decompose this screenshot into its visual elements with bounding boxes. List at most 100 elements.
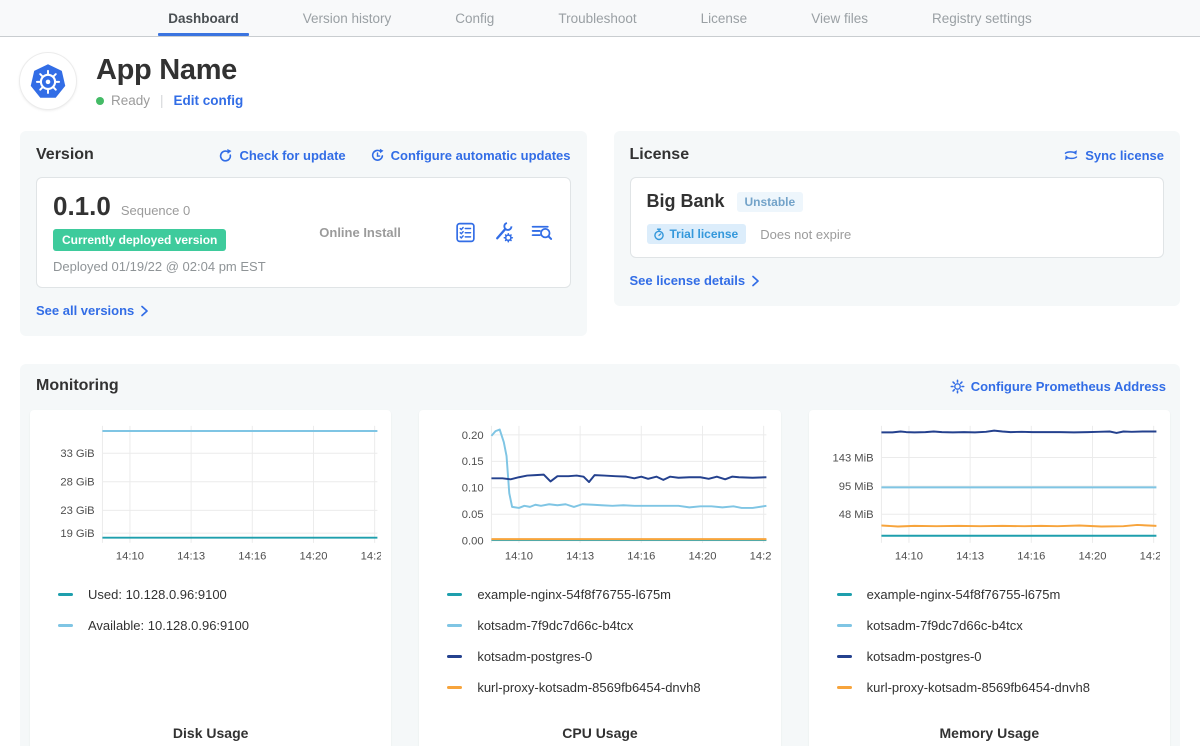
sync-arrows-icon: [1063, 148, 1079, 162]
sequence-label: Sequence 0: [121, 203, 190, 218]
configure-prometheus-link[interactable]: Configure Prometheus Address: [950, 379, 1166, 394]
tab-registry-settings[interactable]: Registry settings: [928, 0, 1036, 36]
page-title: App Name: [96, 54, 243, 87]
check-for-update-link[interactable]: Check for update: [218, 148, 345, 163]
sync-license-link[interactable]: Sync license: [1063, 148, 1164, 163]
preflight-checks-icon[interactable]: [454, 221, 477, 244]
see-all-versions-link[interactable]: See all versions: [36, 303, 149, 318]
disk-usage-chart: 33 GiB28 GiB23 GiB19 GiB14:1014:1314:161…: [40, 420, 381, 573]
legend-label: kotsadm-7f9dc7d66c-b4tcx: [867, 618, 1023, 633]
legend-item: kurl-proxy-kotsadm-8569fb6454-dnvh8: [837, 680, 1160, 695]
status-text: Ready: [111, 93, 150, 108]
deployed-timestamp: Deployed 01/19/22 @ 02:04 pm EST: [53, 259, 266, 274]
edit-config-link[interactable]: Edit config: [174, 93, 244, 108]
svg-text:14:20: 14:20: [689, 550, 717, 562]
legend-label: kotsadm-7f9dc7d66c-b4tcx: [477, 618, 633, 633]
channel-badge: Unstable: [737, 192, 804, 212]
view-logs-icon[interactable]: [530, 221, 553, 244]
current-version-block: 0.1.0 Sequence 0 Currently deployed vers…: [53, 191, 266, 274]
configure-automatic-updates-link[interactable]: Configure automatic updates: [370, 148, 571, 163]
svg-text:14:10: 14:10: [505, 550, 533, 562]
legend-color-dash: [837, 624, 852, 627]
refresh-icon: [218, 148, 233, 163]
legend-item: kotsadm-7f9dc7d66c-b4tcx: [837, 618, 1160, 633]
trial-license-badge: Trial license: [647, 224, 747, 244]
tab-license[interactable]: License: [697, 0, 752, 36]
legend-item: Used: 10.128.0.96:9100: [58, 587, 381, 602]
legend-label: example-nginx-54f8f76755-l675m: [867, 587, 1061, 602]
legend-color-dash: [447, 686, 462, 689]
cpu-usage-chart: 0.200.150.100.050.0014:1014:1314:1614:20…: [429, 420, 770, 573]
legend-label: kurl-proxy-kotsadm-8569fb6454-dnvh8: [477, 680, 700, 695]
svg-text:14:10: 14:10: [895, 550, 923, 562]
tab-view-files[interactable]: View files: [807, 0, 872, 36]
legend-label: Available: 10.128.0.96:9100: [88, 618, 249, 633]
svg-text:19 GiB: 19 GiB: [60, 528, 94, 540]
svg-text:14:16: 14:16: [238, 550, 266, 562]
monitoring-title: Monitoring: [36, 377, 119, 395]
cpu-usage-legend: example-nginx-54f8f76755-l675m kotsadm-7f…: [447, 587, 770, 711]
cpu-usage-chart-card: 0.200.150.100.050.0014:1014:1314:1614:20…: [419, 410, 780, 746]
svg-text:0.15: 0.15: [462, 456, 484, 468]
tab-troubleshoot[interactable]: Troubleshoot: [554, 0, 640, 36]
legend-label: kotsadm-postgres-0: [867, 649, 982, 664]
license-card: License Sync license Big Bank Unstable: [614, 131, 1181, 306]
svg-text:14:13: 14:13: [956, 550, 984, 562]
svg-text:14:13: 14:13: [177, 550, 205, 562]
legend-item: kurl-proxy-kotsadm-8569fb6454-dnvh8: [447, 680, 770, 695]
version-card-title: Version: [36, 146, 94, 164]
chevron-right-icon: [140, 305, 149, 317]
top-nav-tabs: Dashboard Version history Config Troublesho…: [0, 0, 1200, 37]
svg-text:143 MiB: 143 MiB: [832, 452, 873, 464]
customer-name: Big Bank: [647, 191, 725, 212]
tab-dashboard[interactable]: Dashboard: [164, 0, 243, 36]
license-card-title: License: [630, 146, 690, 164]
legend-item: kotsadm-postgres-0: [837, 649, 1160, 664]
svg-text:33 GiB: 33 GiB: [60, 448, 94, 460]
see-license-details-link[interactable]: See license details: [630, 273, 761, 288]
legend-item: Available: 10.128.0.96:9100: [58, 618, 381, 633]
legend-item: example-nginx-54f8f76755-l675m: [447, 587, 770, 602]
status-dot: [96, 97, 104, 105]
svg-text:0.20: 0.20: [462, 430, 484, 442]
legend-label: example-nginx-54f8f76755-l675m: [477, 587, 671, 602]
tab-version-history[interactable]: Version history: [299, 0, 396, 36]
install-type-label: Online Install: [319, 225, 401, 240]
legend-color-dash: [837, 686, 852, 689]
legend-color-dash: [58, 624, 73, 627]
svg-text:14:16: 14:16: [628, 550, 656, 562]
svg-text:0.00: 0.00: [462, 536, 484, 548]
legend-color-dash: [447, 593, 462, 596]
svg-text:14:23: 14:23: [750, 550, 771, 562]
kubernetes-icon: [25, 58, 71, 104]
monitoring-section: Monitoring Configure Prometheus Address …: [20, 364, 1180, 746]
disk-usage-legend: Used: 10.128.0.96:9100 Available: 10.128.…: [58, 587, 381, 649]
edit-config-wrench-icon[interactable]: [492, 221, 515, 244]
memory-usage-chart-card: 143 MiB95 MiB48 MiB14:1014:1314:1614:201…: [809, 410, 1170, 746]
svg-text:95 MiB: 95 MiB: [838, 481, 873, 493]
tab-config[interactable]: Config: [451, 0, 498, 36]
svg-text:14:20: 14:20: [299, 550, 327, 562]
chart-title: Disk Usage: [40, 711, 381, 741]
legend-color-dash: [447, 624, 462, 627]
gear-icon: [950, 379, 965, 394]
svg-text:0.05: 0.05: [462, 509, 484, 521]
legend-item: kotsadm-postgres-0: [447, 649, 770, 664]
legend-color-dash: [837, 593, 852, 596]
memory-usage-legend: example-nginx-54f8f76755-l675m kotsadm-7f…: [837, 587, 1160, 711]
svg-text:14:23: 14:23: [361, 550, 382, 562]
svg-text:48 MiB: 48 MiB: [838, 509, 873, 521]
legend-item: example-nginx-54f8f76755-l675m: [837, 587, 1160, 602]
stopwatch-icon: [653, 228, 665, 241]
expiry-text: Does not expire: [760, 227, 851, 242]
version-number: 0.1.0: [53, 191, 111, 222]
disk-usage-chart-card: 33 GiB28 GiB23 GiB19 GiB14:1014:1314:161…: [30, 410, 391, 746]
chevron-right-icon: [751, 275, 760, 287]
app-logo: [20, 53, 76, 109]
legend-item: kotsadm-7f9dc7d66c-b4tcx: [447, 618, 770, 633]
svg-text:0.10: 0.10: [462, 483, 484, 495]
chart-plot: 0.200.150.100.050.0014:1014:1314:1614:20…: [429, 420, 770, 568]
chart-title: Memory Usage: [819, 711, 1160, 741]
clock-arrow-icon: [370, 148, 385, 163]
svg-text:14:23: 14:23: [1139, 550, 1160, 562]
